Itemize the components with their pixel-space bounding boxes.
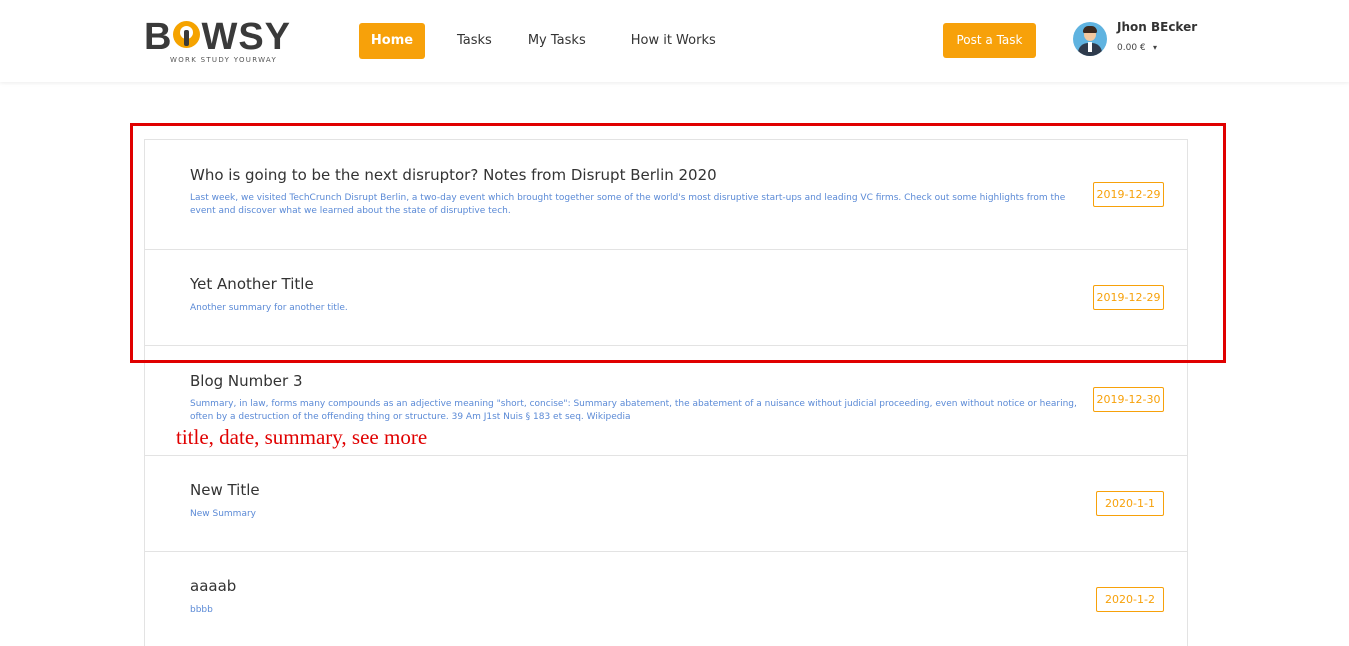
annotation-highlight-box	[130, 123, 1226, 363]
top-header: B WSY WORK STUDY YOURWAY Home Tasks My Ta…	[0, 0, 1349, 82]
date-badge: 2020-1-2	[1096, 587, 1164, 612]
logo-wordmark: B WSY	[144, 16, 292, 58]
nav-my-tasks[interactable]: My Tasks	[528, 23, 586, 59]
nav-home[interactable]: Home	[359, 23, 425, 59]
post-summary: bbbb	[190, 605, 213, 615]
nav-how-it-works[interactable]: How it Works	[631, 23, 716, 59]
nav-tasks[interactable]: Tasks	[457, 23, 492, 59]
post-summary: New Summary	[190, 509, 256, 519]
main-nav: Home Tasks My Tasks How it Works	[359, 23, 716, 59]
avatar-tie	[1088, 42, 1092, 52]
date-badge: 2020-1-1	[1096, 491, 1164, 516]
post-title[interactable]: Blog Number 3	[190, 372, 303, 390]
chevron-down-icon[interactable]: ▾	[1153, 43, 1157, 52]
user-name[interactable]: Jhon BEcker	[1117, 20, 1197, 34]
list-item[interactable]: New Title New Summary 2020-1-1	[145, 456, 1187, 552]
avatar-hair	[1083, 26, 1097, 33]
post-title[interactable]: New Title	[190, 481, 260, 499]
post-task-button[interactable]: Post a Task	[943, 23, 1036, 58]
lightbulb-icon	[173, 21, 201, 48]
date-badge: 2019-12-30	[1093, 387, 1164, 412]
post-title[interactable]: aaaab	[190, 577, 236, 595]
logo-tagline: WORK STUDY YOURWAY	[170, 56, 278, 64]
bowsy-logo[interactable]: B WSY WORK STUDY YOURWAY	[144, 18, 294, 66]
annotation-note: title, date, summary, see more	[176, 425, 428, 449]
user-balance: 0.00 €	[1117, 43, 1146, 53]
avatar[interactable]	[1073, 22, 1107, 56]
post-summary: Summary, in law, forms many compounds as…	[190, 399, 1077, 422]
list-item[interactable]: aaaab bbbb 2020-1-2	[145, 552, 1187, 646]
